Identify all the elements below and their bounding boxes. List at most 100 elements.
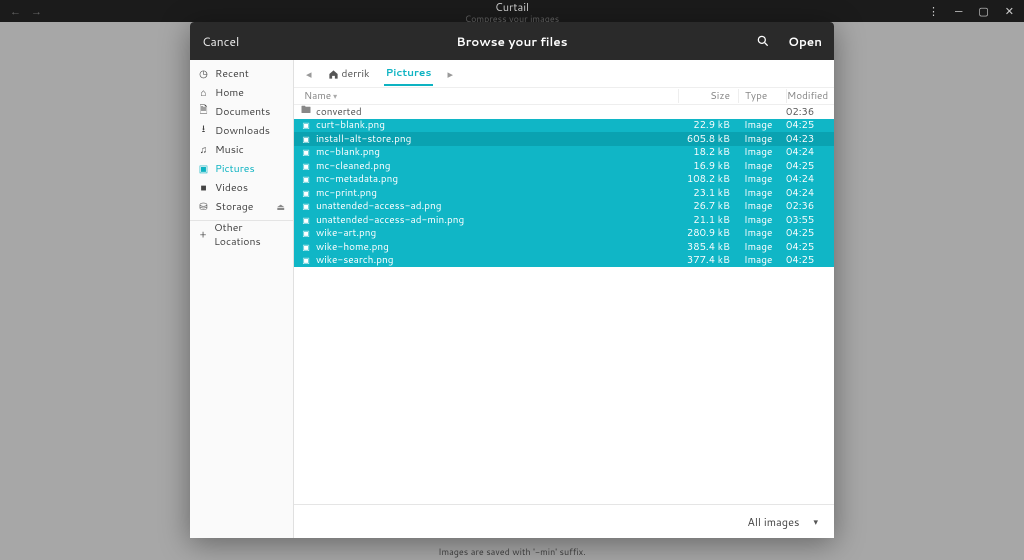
- file-row[interactable]: wike-search.png377.4 kBImage04:25: [294, 254, 834, 268]
- file-row[interactable]: mc-metadata.png108.2 kBImage04:24: [294, 173, 834, 187]
- file-name: wike-home.png: [316, 240, 678, 254]
- desktop-titlebar: ← → Curtail Compress your images ⋮ — ▢ ✕: [0, 0, 1024, 22]
- breadcrumb-current[interactable]: Pictures: [384, 62, 434, 86]
- cancel-button[interactable]: Cancel: [202, 33, 239, 50]
- sidebar-item-music[interactable]: ♫ Music: [190, 140, 293, 159]
- sidebar-item-storage[interactable]: ⛁ Storage ⏏: [190, 197, 293, 216]
- file-filter-dropdown[interactable]: All images: [747, 514, 799, 530]
- column-size[interactable]: Size: [678, 89, 738, 103]
- file-list: Name▾ Size Type Modified converted02:36c…: [294, 88, 834, 504]
- file-row[interactable]: wike-art.png280.9 kBImage04:25: [294, 227, 834, 241]
- sidebar-item-home[interactable]: ⌂Home: [190, 83, 293, 102]
- file-modified: 02:36: [786, 105, 834, 119]
- sidebar-item-downloads[interactable]: ⭳ Downloads: [190, 121, 293, 140]
- file-row[interactable]: mc-print.png23.1 kBImage04:24: [294, 186, 834, 200]
- file-list-header: Name▾ Size Type Modified: [294, 88, 834, 105]
- sidebar-item-recent[interactable]: ◷ Recent: [190, 64, 293, 83]
- sidebar-item-other-locations[interactable]: +Other Locations: [190, 225, 293, 244]
- image-file-icon: [300, 213, 312, 227]
- file-row[interactable]: wike-home.png385.4 kBImage04:25: [294, 240, 834, 254]
- sidebar-item-pictures[interactable]: ▣Pictures: [190, 159, 293, 178]
- file-type: Image: [738, 118, 786, 132]
- sidebar-item-documents[interactable]: 🗎 Documents: [190, 102, 293, 121]
- down-icon: ⭳: [198, 122, 209, 139]
- doc-icon: 🗎: [198, 103, 209, 120]
- minimize-icon[interactable]: —: [955, 3, 962, 19]
- file-type: Image: [738, 132, 786, 146]
- column-name[interactable]: Name▾: [294, 89, 678, 103]
- clock-icon: ◷: [198, 67, 209, 81]
- image-file-icon: [300, 172, 312, 186]
- file-name: curt-blank.png: [316, 118, 678, 132]
- file-row[interactable]: unattended-access-ad-min.png21.1 kBImage…: [294, 213, 834, 227]
- file-type: Image: [738, 213, 786, 227]
- sidebar-item-label: Storage: [215, 200, 253, 214]
- file-chooser-dialog: Cancel Browse your files Open ◷ Recent ⌂Ho…: [190, 22, 834, 538]
- column-modified[interactable]: Modified: [786, 89, 834, 103]
- file-name: mc-metadata.png: [316, 172, 678, 186]
- pic-icon: ▣: [198, 162, 209, 176]
- file-name: unattended-access-ad.png: [316, 199, 678, 213]
- file-row[interactable]: install-alt-store.png605.8 kBImage04:23: [294, 132, 834, 146]
- eject-icon[interactable]: ⏏: [276, 200, 285, 213]
- image-file-icon: [300, 240, 312, 254]
- dialog-header: Cancel Browse your files Open: [190, 22, 834, 60]
- sidebar-item-label: Home: [215, 86, 244, 100]
- chevron-down-icon[interactable]: ▾: [813, 515, 818, 528]
- kebab-menu-icon[interactable]: ⋮: [928, 3, 939, 19]
- sidebar-item-label: Music: [215, 143, 244, 157]
- breadcrumb-back-icon[interactable]: ◂: [304, 66, 314, 82]
- file-size: 18.2 kB: [678, 145, 738, 159]
- file-name: mc-print.png: [316, 186, 678, 200]
- file-size: 385.4 kB: [678, 240, 738, 254]
- back-arrow[interactable]: ←: [10, 3, 21, 19]
- image-file-icon: [300, 159, 312, 173]
- file-type: Image: [738, 199, 786, 213]
- breadcrumb-home[interactable]: derrik: [326, 63, 372, 85]
- file-type: Image: [738, 159, 786, 173]
- maximize-icon[interactable]: ▢: [978, 3, 988, 19]
- file-row[interactable]: mc-cleaned.png16.9 kBImage04:25: [294, 159, 834, 173]
- file-type: Image: [738, 145, 786, 159]
- image-file-icon: [300, 186, 312, 200]
- app-title: Curtail: [0, 0, 1024, 15]
- sidebar-item-label: Recent: [215, 67, 249, 81]
- file-size: 280.9 kB: [678, 226, 738, 240]
- column-type[interactable]: Type: [738, 89, 786, 103]
- forward-arrow[interactable]: →: [31, 3, 42, 19]
- file-modified: 04:24: [786, 172, 834, 186]
- file-name: mc-blank.png: [316, 145, 678, 159]
- file-modified: 04:24: [786, 186, 834, 200]
- file-modified: 04:23: [786, 132, 834, 146]
- file-row[interactable]: unattended-access-ad.png26.7 kBImage02:3…: [294, 200, 834, 214]
- file-size: 377.4 kB: [678, 253, 738, 267]
- file-modified: 02:36: [786, 199, 834, 213]
- file-name: unattended-access-ad-min.png: [316, 213, 678, 227]
- file-modified: 03:55: [786, 213, 834, 227]
- file-type: Image: [738, 186, 786, 200]
- file-size: 26.7 kB: [678, 199, 738, 213]
- file-row[interactable]: mc-blank.png18.2 kBImage04:24: [294, 146, 834, 160]
- open-button[interactable]: Open: [788, 33, 822, 50]
- file-type: Image: [738, 172, 786, 186]
- breadcrumb-forward-icon[interactable]: ▸: [445, 66, 455, 82]
- image-file-icon: [300, 253, 312, 267]
- file-type: Image: [738, 226, 786, 240]
- music-icon: ♫: [198, 143, 209, 157]
- folder-row[interactable]: converted02:36: [294, 105, 834, 119]
- file-modified: 04:25: [786, 118, 834, 132]
- file-row[interactable]: curt-blank.png22.9 kBImage04:25: [294, 119, 834, 133]
- image-file-icon: [300, 145, 312, 159]
- sidebar-item-label: Documents: [215, 105, 270, 119]
- disk-icon: ⛁: [198, 200, 209, 214]
- sidebar-item-videos[interactable]: ■Videos: [190, 178, 293, 197]
- places-sidebar: ◷ Recent ⌂Home🗎 Documents ⭳ Downloads ♫ Music ▣P…: [190, 60, 294, 538]
- file-name: wike-search.png: [316, 253, 678, 267]
- vid-icon: ■: [198, 181, 209, 195]
- file-modified: 04:25: [786, 253, 834, 267]
- sidebar-item-label: Downloads: [215, 124, 270, 138]
- search-icon[interactable]: [756, 34, 770, 48]
- close-icon[interactable]: ✕: [1005, 3, 1014, 19]
- sidebar-item-label: Other Locations: [214, 221, 285, 249]
- file-name: mc-cleaned.png: [316, 159, 678, 173]
